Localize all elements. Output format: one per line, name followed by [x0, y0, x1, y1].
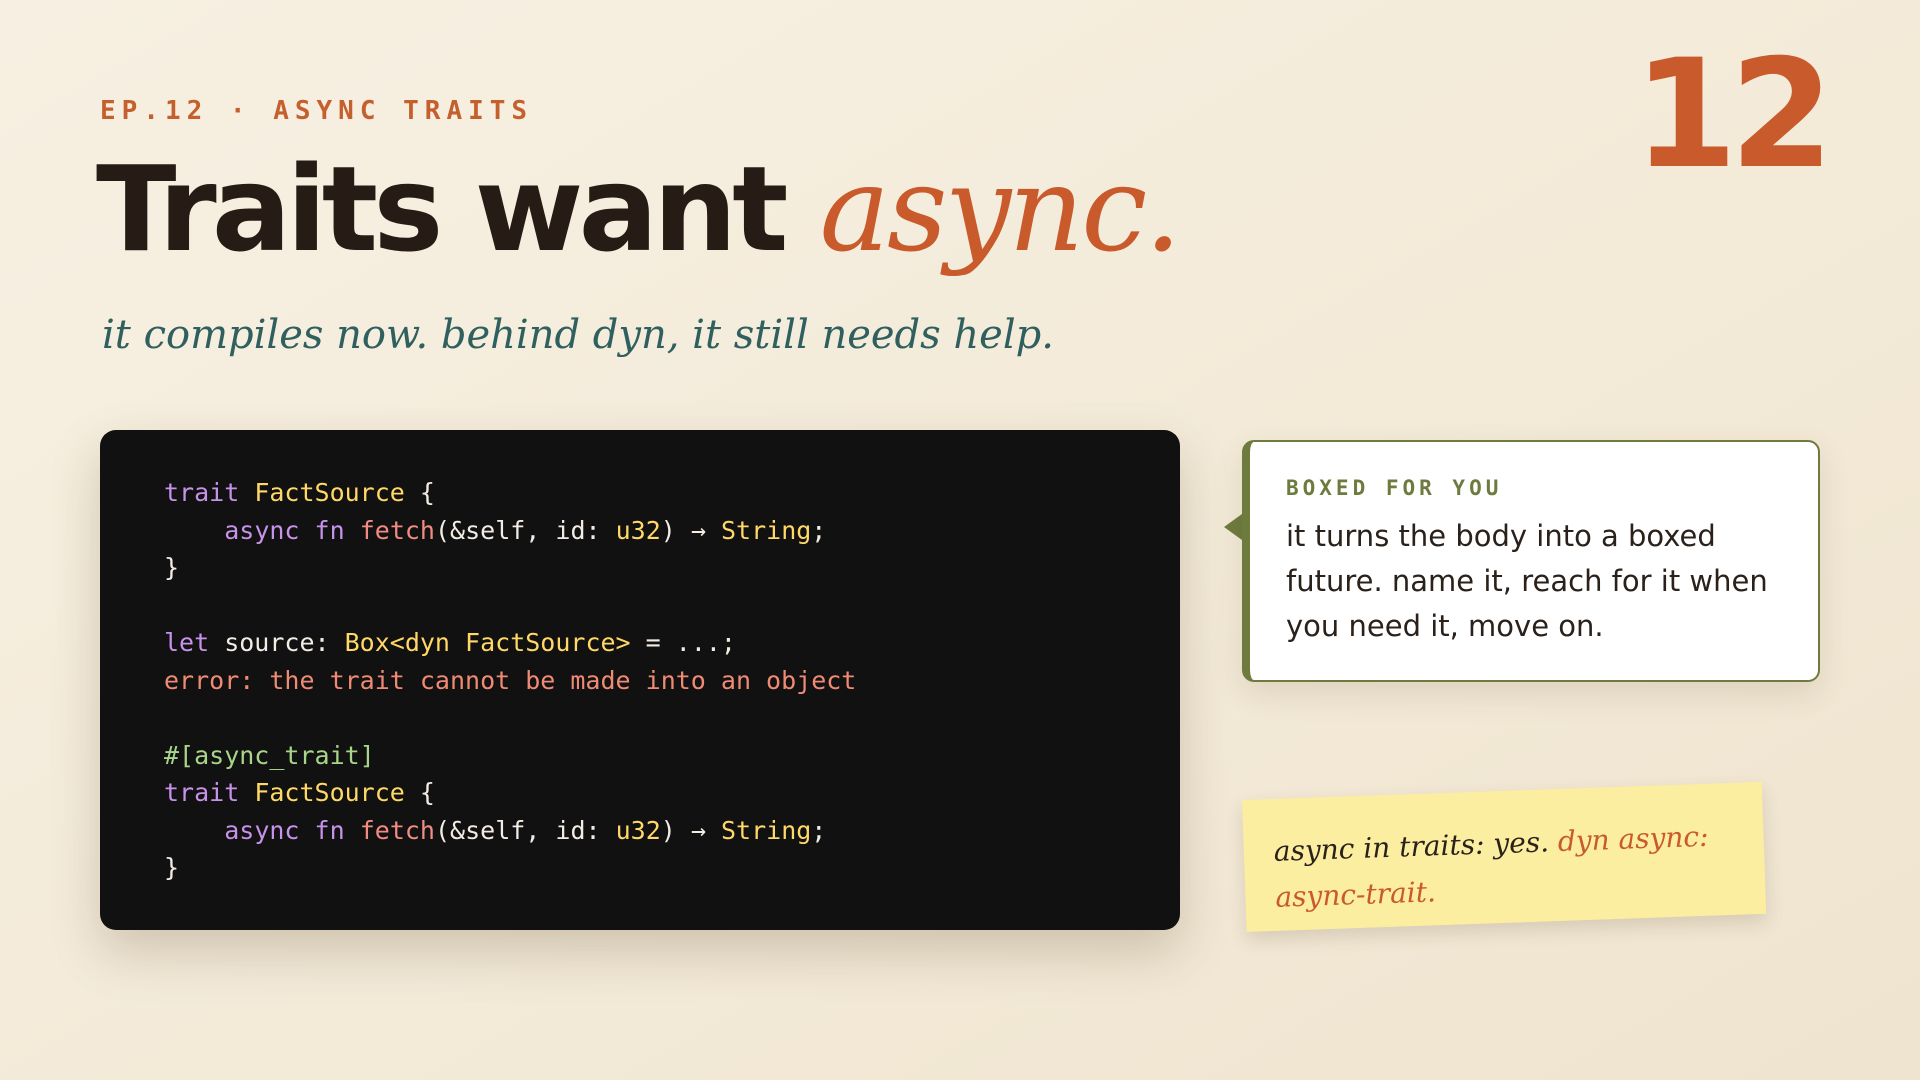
code-keyword: fn: [314, 815, 345, 845]
code-type: u32: [615, 515, 661, 545]
code-line: trait FactSource {: [164, 774, 1180, 812]
code-line: async fn fetch(&self, id: u32) → String;: [164, 812, 1180, 850]
slide: EP.12 · ASYNC TRAITS 12 Traits want asyn…: [0, 0, 1920, 1080]
code-function: fetch: [359, 515, 435, 545]
sticky-note: async in traits: yes. dyn async: async-t…: [1242, 781, 1767, 932]
code-arrow: ) →: [660, 815, 721, 845]
episode-number: 12: [1633, 28, 1834, 202]
code-punct: }: [164, 553, 180, 582]
callout-label: BOXED FOR YOU: [1286, 476, 1503, 500]
episode-kicker: EP.12 · ASYNC TRAITS: [100, 96, 534, 126]
code-keyword: trait: [164, 778, 240, 807]
code-type: String: [720, 515, 812, 545]
code-punct: ;: [811, 815, 827, 845]
page-title: Traits want async.: [96, 144, 1182, 275]
code-keyword: fn: [314, 515, 345, 545]
code-line: trait FactSource {: [164, 474, 1180, 512]
code-keyword: let: [164, 628, 210, 657]
callout-pointer: [1224, 514, 1242, 540]
code-arrow: ) →: [660, 515, 721, 545]
headline-main: Traits want: [96, 140, 820, 278]
compiler-error: error: the trait cannot be made into an …: [164, 665, 857, 695]
code-line: #[async_trait]: [164, 737, 1180, 775]
code-keyword: trait: [164, 478, 240, 507]
subtitle: it compiles now. behind dyn, it still ne…: [102, 312, 1054, 358]
code-line: let source: Box<dyn FactSource> = ...;: [164, 624, 1180, 662]
code-type: Box<dyn FactSource>: [344, 628, 631, 657]
callout-card: BOXED FOR YOU it turns the body into a b…: [1242, 440, 1820, 682]
code-args: (&self, id:: [434, 815, 616, 845]
code-keyword: async: [224, 515, 300, 545]
code-line: }: [164, 549, 1180, 587]
code-type: FactSource: [254, 478, 405, 507]
sticky-note-main: async in traits: yes.: [1273, 825, 1559, 868]
code-line: }: [164, 849, 1180, 887]
code-line: error: the trait cannot be made into an …: [164, 662, 1180, 700]
code-type: FactSource: [254, 778, 405, 807]
code-type: String: [720, 815, 812, 845]
code-attribute: #[async_trait]: [164, 740, 375, 770]
code-punct: ;: [811, 515, 827, 545]
code-punct: = ...;: [630, 628, 736, 657]
code-keyword: async: [224, 815, 300, 845]
code-punct: {: [404, 478, 435, 507]
code-text: source:: [209, 628, 345, 657]
sticky-note-text: async in traits: yes. dyn async: async-t…: [1273, 813, 1736, 921]
code-type: u32: [615, 815, 661, 845]
code-function: fetch: [359, 815, 435, 845]
code-line: async fn fetch(&self, id: u32) → String;: [164, 512, 1180, 550]
code-args: (&self, id:: [434, 515, 616, 545]
code-panel: trait FactSource { async fn fetch(&self,…: [100, 430, 1180, 930]
headline-accent: async.: [819, 140, 1182, 278]
code-punct: {: [404, 778, 435, 807]
callout-body: it turns the body into a boxed future. n…: [1286, 519, 1768, 643]
code-punct: }: [164, 853, 180, 882]
